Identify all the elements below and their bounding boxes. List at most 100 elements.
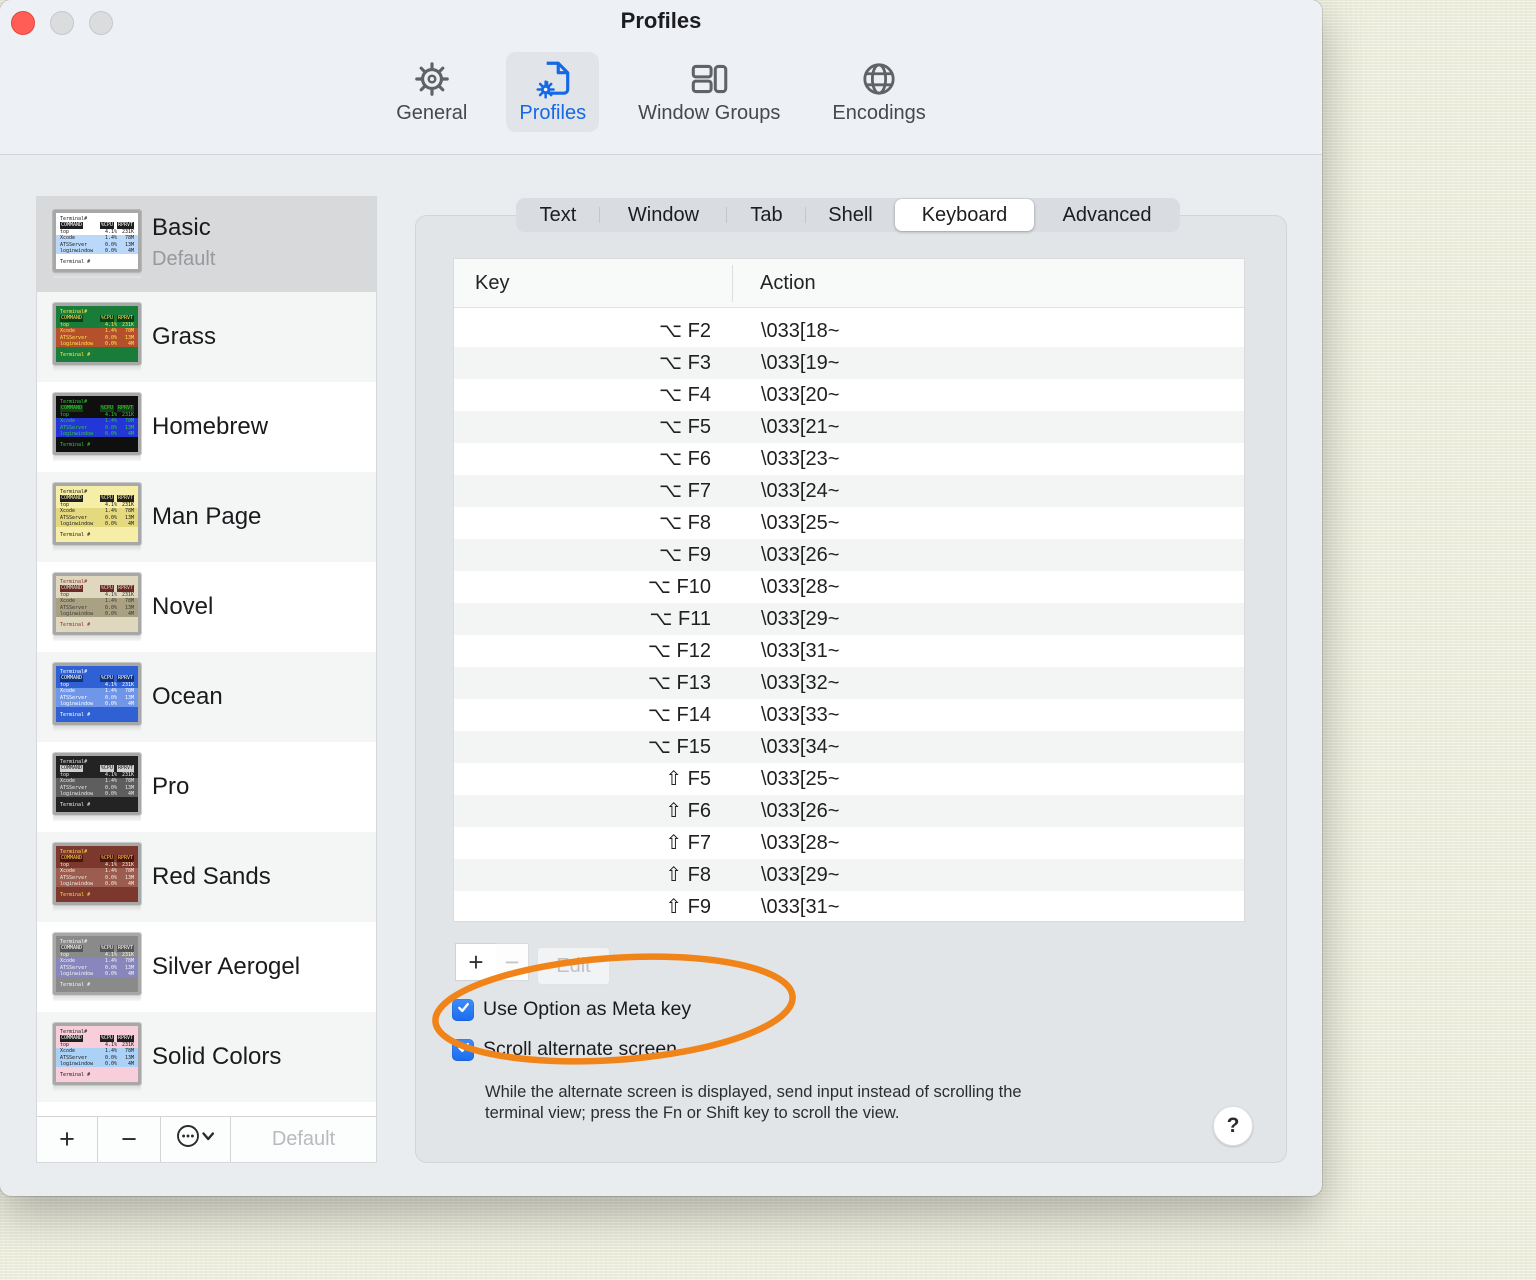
profile-thumbnail-grass: Terminal# COMMAND %CPU RPRVT top 4.1% 231K Xco…: [53, 303, 141, 371]
key-binding-row[interactable]: ⇧ F9 \033[31~: [454, 891, 1244, 923]
checkmark-icon: [456, 1040, 471, 1060]
key-cell: ⌥ F7: [659, 480, 711, 502]
key-binding-row[interactable]: ⌥ F2 \033[18~: [454, 315, 1244, 347]
key-binding-row[interactable]: ⌥ F6 \033[23~: [454, 443, 1244, 475]
alternate-screen-footnote: While the alternate screen is displayed,…: [485, 1082, 1185, 1124]
key-cell: ⌥ F10: [647, 576, 711, 598]
key-cell: ⇧ F8: [665, 864, 711, 886]
toolbar-item-label: Profiles: [519, 102, 587, 124]
toolbar-item-label: Window Groups: [638, 102, 781, 124]
tab-tab[interactable]: Tab: [727, 198, 806, 232]
profile-row-red-sands[interactable]: Terminal# COMMAND %CPU RPRVT top 4.1% 231K Xco…: [37, 832, 376, 922]
remove-key-button[interactable]: −: [496, 943, 529, 981]
key-binding-row[interactable]: ⇧ F6 \033[26~: [454, 795, 1244, 827]
profile-thumbnail-homebrew: Terminal# COMMAND %CPU RPRVT top 4.1% 231K Xco…: [53, 393, 141, 461]
profile-name: Ocean: [152, 683, 223, 710]
profile-row-grass[interactable]: Terminal# COMMAND %CPU RPRVT top 4.1% 231K Xco…: [37, 292, 376, 382]
action-cell: \033[25~: [761, 512, 840, 534]
action-cell: \033[23~: [761, 448, 840, 470]
profile-row-solid-colors[interactable]: Terminal# COMMAND %CPU RPRVT top 4.1% 231K Xco…: [37, 1012, 376, 1102]
toolbar-item-encodings[interactable]: Encodings: [819, 52, 938, 132]
toolbar-item-label: General: [396, 102, 468, 124]
tab-shell[interactable]: Shell: [806, 198, 895, 232]
use-option-as-meta-checkbox-row: Use Option as Meta key: [452, 998, 691, 1021]
key-cell: ⌥ F15: [647, 736, 711, 758]
profile-name: Homebrew: [152, 413, 269, 440]
profile-thumbnail-novel: Terminal# COMMAND %CPU RPRVT top 4.1% 231K Xco…: [53, 573, 141, 641]
profile-row-homebrew[interactable]: Terminal# COMMAND %CPU RPRVT top 4.1% 231K Xco…: [37, 382, 376, 472]
key-binding-row[interactable]: ⌥ F3 \033[19~: [454, 347, 1244, 379]
toolbar-item-general[interactable]: General: [383, 52, 480, 132]
profile-name: Grass: [152, 323, 217, 350]
key-binding-row[interactable]: ⌥ F4 \033[20~: [454, 379, 1244, 411]
profile-row-man-page[interactable]: Terminal# COMMAND %CPU RPRVT top 4.1% 231K Xco…: [37, 472, 376, 562]
profile-name: Solid Colors: [152, 1043, 282, 1070]
footnote-line-2: terminal view; press the Fn or Shift key…: [485, 1104, 900, 1122]
edit-key-button[interactable]: Edit: [537, 947, 610, 985]
checkmark-icon: [456, 1000, 471, 1020]
key-binding-row[interactable]: ⇧ F5 \033[25~: [454, 763, 1244, 795]
profile-tabs: Text Window Tab Shell Keyboard Advanced: [516, 198, 1180, 232]
tab-text[interactable]: Text: [516, 198, 600, 232]
help-button[interactable]: ?: [1213, 1106, 1253, 1146]
key-cell: ⇧ F6: [665, 800, 711, 822]
toolbar-item-label: Encodings: [832, 102, 926, 124]
profile-thumbnail-man-page: Terminal# COMMAND %CPU RPRVT top 4.1% 231K Xco…: [53, 483, 141, 551]
add-key-button[interactable]: +: [455, 943, 497, 981]
profile-document-icon: [532, 57, 574, 101]
column-header-key: Key: [475, 272, 510, 294]
toolbar-item-window-groups[interactable]: Window Groups: [625, 52, 793, 132]
profile-name: Basic: [152, 214, 211, 241]
window-groups-icon: [687, 57, 731, 101]
tab-keyboard[interactable]: Keyboard: [895, 199, 1034, 231]
action-cell: \033[32~: [761, 672, 840, 694]
tab-window[interactable]: Window: [600, 198, 727, 232]
column-divider[interactable]: [732, 265, 733, 302]
use-option-as-meta-label: Use Option as Meta key: [483, 998, 692, 1020]
key-binding-row[interactable]: ⌥ F8 \033[25~: [454, 507, 1244, 539]
set-default-button[interactable]: Default: [231, 1117, 376, 1162]
profile-row-novel[interactable]: Terminal# COMMAND %CPU RPRVT top 4.1% 231K Xco…: [37, 562, 376, 652]
action-cell: \033[19~: [761, 352, 840, 374]
profile-name: Novel: [152, 593, 214, 620]
profile-row-basic[interactable]: Terminal# COMMAND %CPU RPRVT top 4.1% 231K Xco…: [37, 197, 376, 292]
profile-name: Red Sands: [152, 863, 271, 890]
profile-row-pro[interactable]: Terminal# COMMAND %CPU RPRVT top 4.1% 231K Xco…: [37, 742, 376, 832]
sidebar-footer: + − Default: [37, 1116, 376, 1162]
keyboard-shortcuts-table: Key Action ⌥ F2 \033[18~ ⌥ F3 \033[19~ ⌥ F4 \…: [453, 258, 1245, 922]
scroll-alternate-screen-checkbox[interactable]: [452, 1038, 474, 1061]
key-binding-row[interactable]: ⌥ F5 \033[21~: [454, 411, 1244, 443]
profile-thumbnail-pro: Terminal# COMMAND %CPU RPRVT top 4.1% 231K Xco…: [53, 753, 141, 821]
profile-name: Man Page: [152, 503, 262, 530]
key-binding-row[interactable]: ⇧ F8 \033[29~: [454, 859, 1244, 891]
key-cell: ⌥ F2: [659, 320, 711, 342]
more-options-button[interactable]: [161, 1117, 231, 1162]
toolbar-item-profiles[interactable]: Profiles: [506, 52, 600, 132]
key-binding-row[interactable]: ⌥ F14 \033[33~: [454, 699, 1244, 731]
action-cell: \033[31~: [761, 640, 840, 662]
action-cell: \033[29~: [761, 864, 840, 886]
key-binding-row[interactable]: ⌥ F11 \033[29~: [454, 603, 1244, 635]
profiles-list: Terminal# COMMAND %CPU RPRVT top 4.1% 231K Xco…: [37, 197, 376, 1116]
toolbar: Profiles General Profiles Window Groups …: [0, 0, 1322, 155]
profile-name: Silver Aerogel: [152, 953, 301, 980]
footnote-line-1: While the alternate screen is displayed,…: [485, 1083, 1022, 1101]
key-binding-row[interactable]: ⌥ F15 \033[34~: [454, 731, 1244, 763]
key-binding-row[interactable]: ⌥ F13 \033[32~: [454, 667, 1244, 699]
key-binding-row[interactable]: ⌥ F12 \033[31~: [454, 635, 1244, 667]
tab-advanced[interactable]: Advanced: [1034, 198, 1180, 232]
use-option-as-meta-checkbox[interactable]: [452, 998, 474, 1021]
key-binding-row[interactable]: ⌥ F9 \033[26~: [454, 539, 1244, 571]
key-binding-row[interactable]: ⌥ F7 \033[24~: [454, 475, 1244, 507]
key-binding-row[interactable]: ⌥ F10 \033[28~: [454, 571, 1244, 603]
profile-row-silver-aerogel[interactable]: Terminal# COMMAND %CPU RPRVT top 4.1% 231K Xco…: [37, 922, 376, 1012]
remove-profile-button[interactable]: −: [98, 1117, 161, 1162]
action-cell: \033[33~: [761, 704, 840, 726]
table-body: ⌥ F2 \033[18~ ⌥ F3 \033[19~ ⌥ F4 \033[20~ ⌥ F5…: [454, 309, 1244, 921]
add-profile-button[interactable]: +: [37, 1117, 98, 1162]
more-options-icon: [176, 1123, 216, 1156]
profile-row-ocean[interactable]: Terminal# COMMAND %CPU RPRVT top 4.1% 231K Xco…: [37, 652, 376, 742]
key-binding-row[interactable]: ⇧ F7 \033[28~: [454, 827, 1244, 859]
key-cell: ⌥ F5: [659, 416, 711, 438]
column-header-action: Action: [760, 272, 816, 294]
